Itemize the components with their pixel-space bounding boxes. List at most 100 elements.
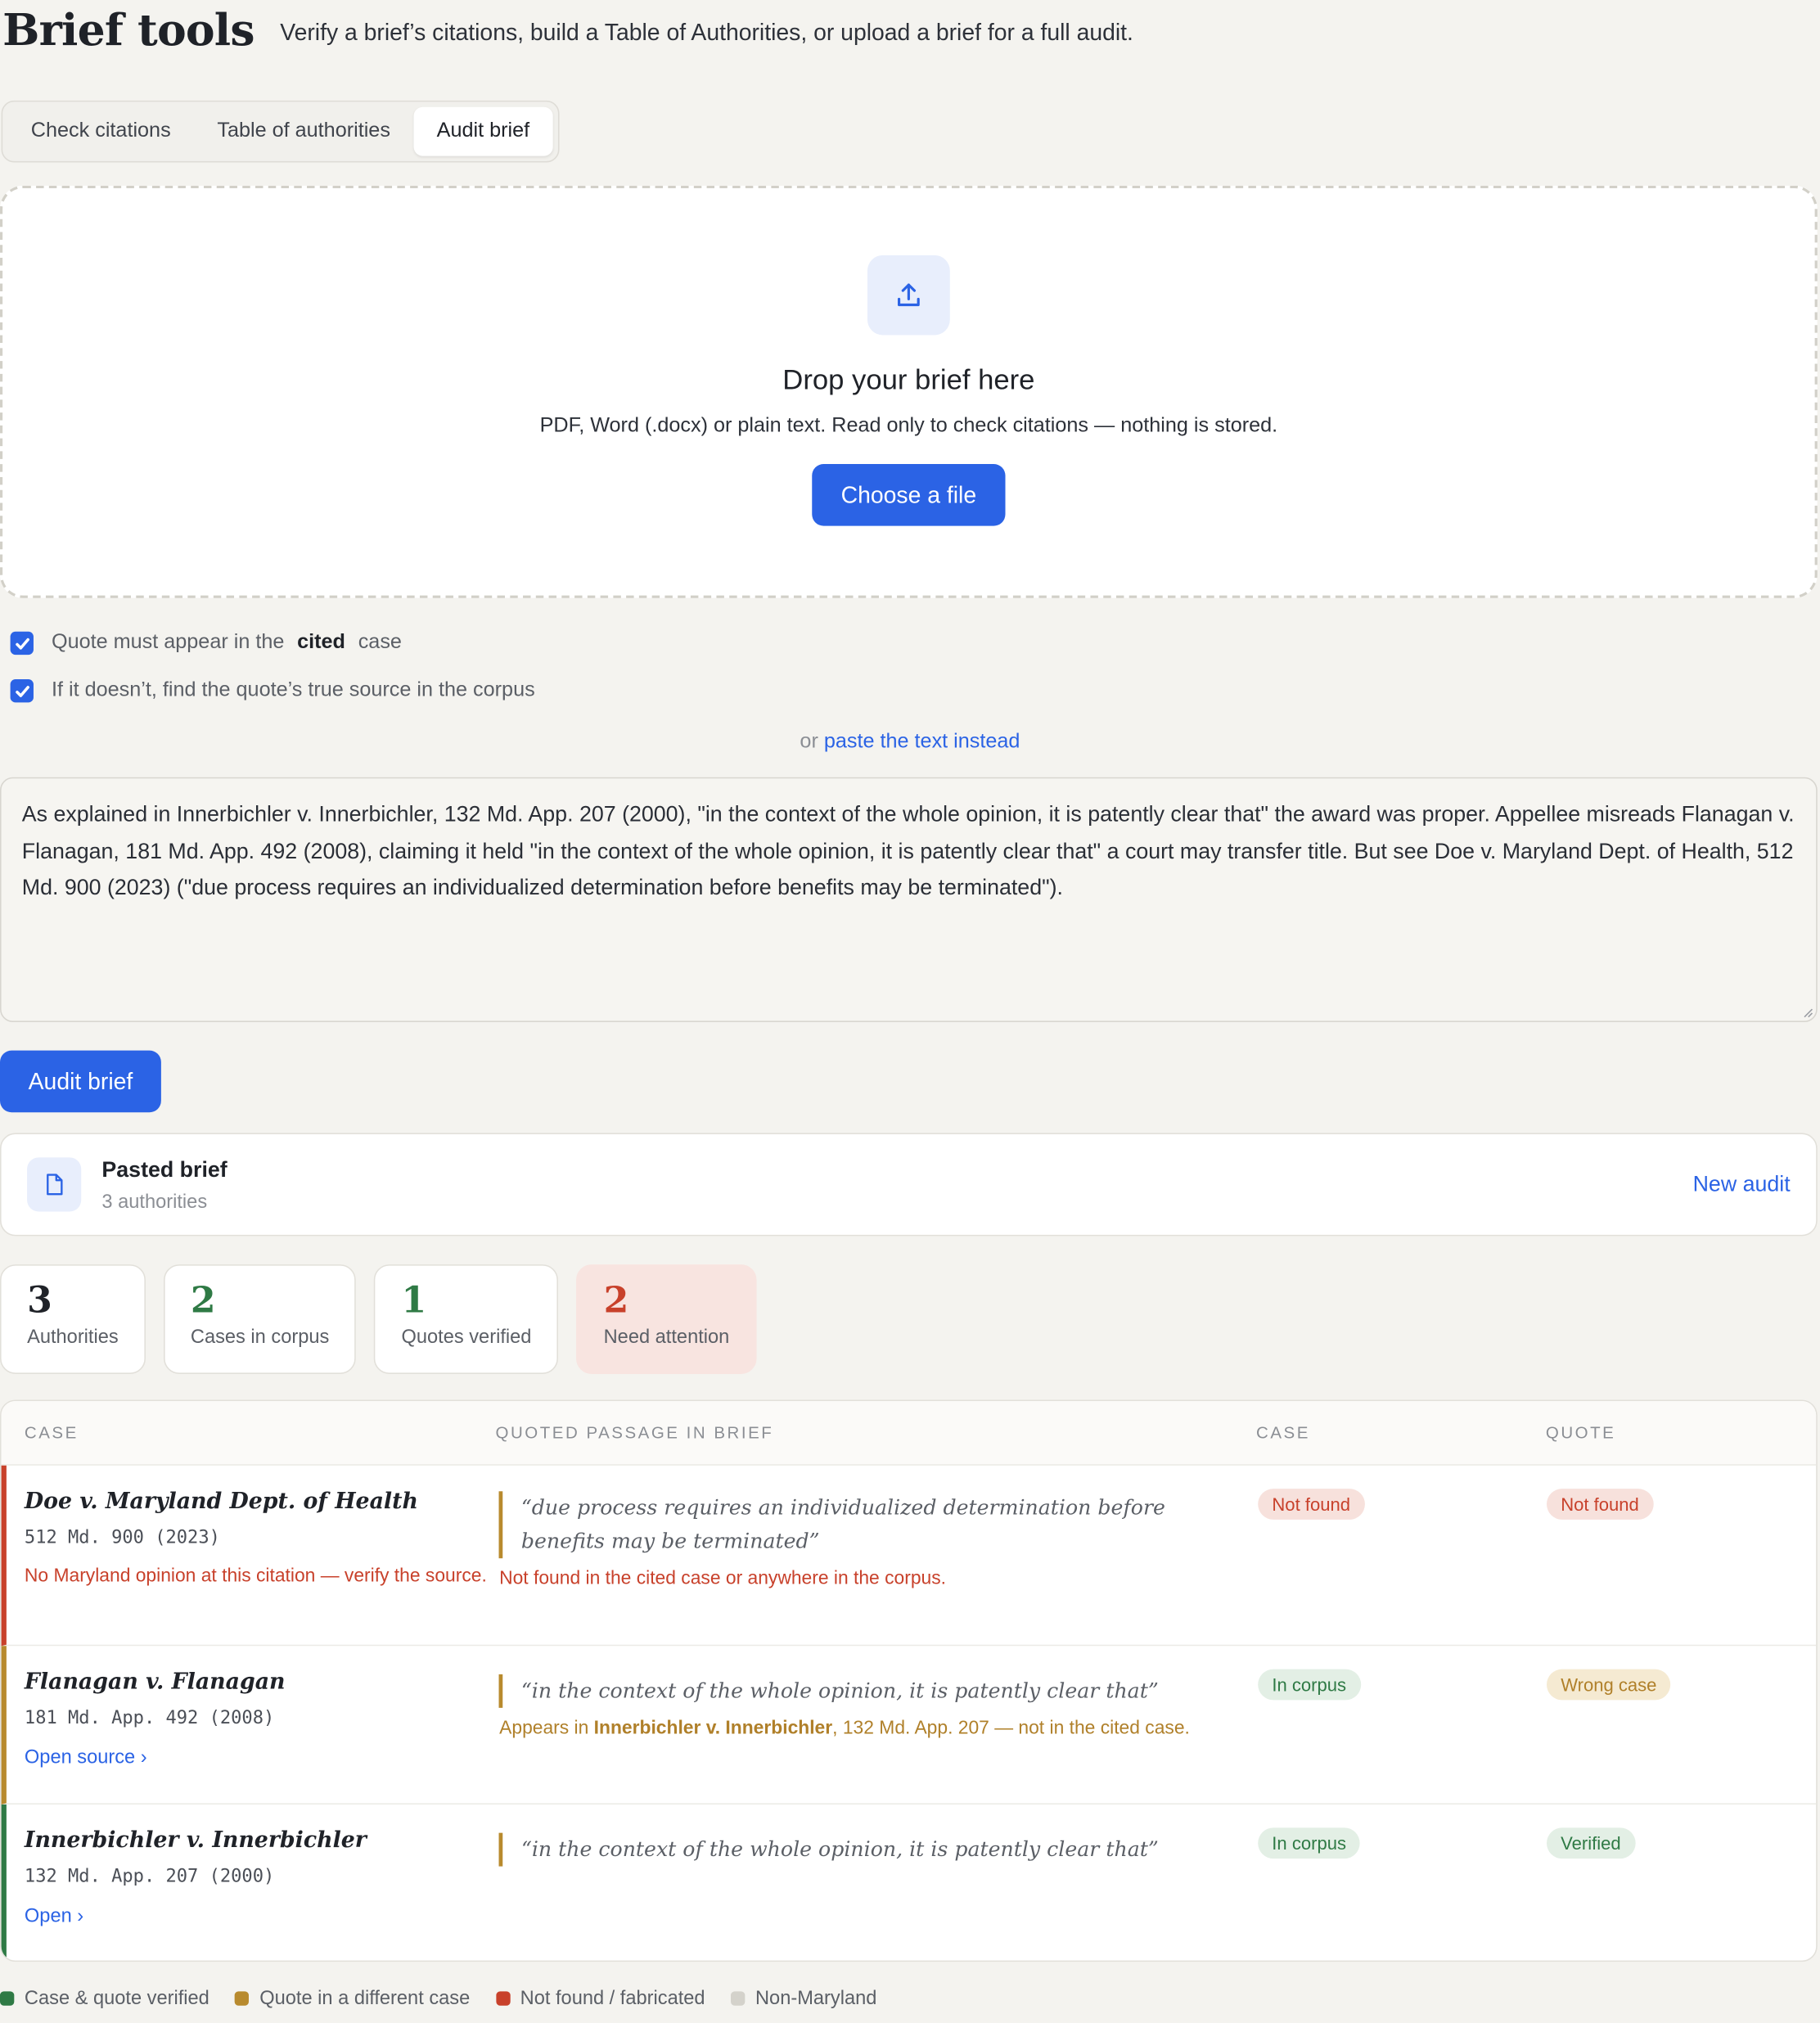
stat-label: Need attention bbox=[603, 1326, 730, 1349]
tab-table-of-authorities[interactable]: Table of authorities bbox=[194, 107, 413, 156]
table-row[interactable]: Innerbichler v. Innerbichler 132 Md. App… bbox=[1, 1804, 1817, 1961]
case-name: Flanagan v. Flanagan bbox=[24, 1669, 286, 1696]
legend-label: Not found / fabricated bbox=[520, 1987, 705, 2010]
stat-label: Authorities bbox=[27, 1326, 119, 1349]
legend-label: Case & quote verified bbox=[24, 1987, 209, 2010]
quote-note: Not found in the cited case or anywhere … bbox=[499, 1568, 947, 1589]
quote-cell: “due process requires an individualized … bbox=[499, 1466, 1258, 1645]
page-root: Brief tools Verify a brief’s citations, … bbox=[0, 0, 1820, 2009]
legend-item-verified: Case & quote verified bbox=[0, 1987, 209, 2010]
paste-alternative: or paste the text instead bbox=[0, 731, 1820, 754]
page-title: Brief tools bbox=[2, 5, 255, 57]
case-status-cell: In corpus bbox=[1257, 1804, 1547, 1961]
brief-authority-count: 3 authorities bbox=[101, 1190, 208, 1213]
case-status-cell: In corpus bbox=[1258, 1646, 1547, 1803]
status-badge: Not found bbox=[1546, 1489, 1654, 1520]
legend-item-non-maryland: Non-Maryland bbox=[731, 1987, 877, 2010]
case-name: Innerbichler v. Innerbichler bbox=[24, 1827, 367, 1854]
case-cell: Innerbichler v. Innerbichler 132 Md. App… bbox=[7, 1804, 499, 1961]
audit-brief-button[interactable]: Audit brief bbox=[0, 1050, 161, 1113]
brief-summary-card: Pasted brief 3 authorities New audit bbox=[0, 1133, 1818, 1237]
stat-value: 2 bbox=[603, 1278, 629, 1322]
option-label-bold: cited bbox=[297, 631, 345, 654]
column-header-quoted-passage: QUOTED PASSAGE IN BRIEF bbox=[495, 1422, 774, 1443]
legend-label: Quote in a different case bbox=[259, 1987, 471, 2010]
stat-label: Quotes verified bbox=[401, 1326, 532, 1349]
authorities-table: CASE QUOTED PASSAGE IN BRIEF CASE QUOTE … bbox=[0, 1399, 1818, 1962]
checkbox-find-true-source[interactable] bbox=[10, 679, 34, 703]
case-cell: Flanagan v. Flanagan 181 Md. App. 492 (2… bbox=[7, 1646, 499, 1803]
audit-options: Quote must appear in the cited case If it … bbox=[0, 629, 1820, 705]
document-icon bbox=[47, 1174, 63, 1196]
resize-handle-icon[interactable] bbox=[1800, 1006, 1813, 1019]
brief-name: Pasted brief bbox=[101, 1156, 228, 1182]
legend-item-different-case: Quote in a different case bbox=[235, 1987, 471, 2010]
option-find-true-source[interactable]: If it doesn’t, find the quote’s true sou… bbox=[10, 677, 1820, 705]
case-status-cell: Not found bbox=[1258, 1466, 1547, 1645]
quote-note-suffix: , 132 Md. App. 207 — not in the cited ca… bbox=[832, 1718, 1190, 1739]
legend-swatch bbox=[0, 1991, 15, 2006]
status-legend: Case & quote verified Quote in a differe… bbox=[0, 1987, 1820, 2010]
open-link[interactable]: Open › bbox=[25, 1905, 499, 1927]
quoted-passage: “in the context of the whole opinion, it… bbox=[499, 1832, 1258, 1867]
document-icon-box bbox=[27, 1157, 82, 1212]
table-row[interactable]: Doe v. Maryland Dept. of Health 512 Md. … bbox=[1, 1465, 1817, 1647]
stat-value: 2 bbox=[190, 1278, 216, 1322]
dropzone-description: PDF, Word (.docx) or plain text. Read on… bbox=[539, 415, 1278, 437]
paste-prefix: or bbox=[800, 731, 818, 753]
case-citation: 132 Md. App. 207 (2000) bbox=[24, 1866, 275, 1887]
case-citation: 181 Md. App. 492 (2008) bbox=[24, 1707, 275, 1729]
column-header-quote-status: QUOTE bbox=[1545, 1422, 1616, 1443]
status-badge: Wrong case bbox=[1546, 1669, 1671, 1701]
quote-cell: “in the context of the whole opinion, it… bbox=[499, 1646, 1258, 1803]
quote-status-cell: Verified bbox=[1546, 1804, 1816, 1961]
page-subtitle: Verify a brief’s citations, build a Tabl… bbox=[280, 19, 1133, 46]
legend-swatch bbox=[495, 1991, 511, 2006]
quote-note: Appears in Innerbichler v. Innerbichler,… bbox=[499, 1718, 1232, 1738]
quote-status-cell: Wrong case bbox=[1546, 1646, 1816, 1803]
option-label: Quote must appear in the bbox=[52, 631, 285, 654]
option-label-end: case bbox=[358, 631, 402, 654]
tab-check-citations[interactable]: Check citations bbox=[7, 107, 194, 156]
legend-label: Non-Maryland bbox=[755, 1987, 877, 2010]
upload-icon-box bbox=[867, 255, 950, 336]
stat-cases-in-corpus: 2 Cases in corpus bbox=[163, 1264, 357, 1374]
paste-text-link[interactable]: paste the text instead bbox=[824, 731, 1020, 753]
upload-icon bbox=[897, 283, 920, 307]
column-header-case: CASE bbox=[24, 1422, 79, 1443]
case-warning: No Maryland opinion at this citation — v… bbox=[24, 1566, 487, 1587]
table-row[interactable]: Flanagan v. Flanagan 181 Md. App. 492 (2… bbox=[1, 1646, 1817, 1804]
file-dropzone[interactable]: Drop your brief here PDF, Word (.docx) o… bbox=[0, 185, 1818, 598]
status-badge: In corpus bbox=[1257, 1827, 1361, 1859]
choose-file-button[interactable]: Choose a file bbox=[812, 464, 1005, 526]
checkbox-quote-in-cited-case[interactable] bbox=[10, 631, 34, 656]
status-badge: In corpus bbox=[1258, 1669, 1361, 1701]
brief-text-value: As explained in Innerbichler v. Innerbic… bbox=[21, 801, 1795, 900]
stat-label: Cases in corpus bbox=[190, 1326, 330, 1349]
new-audit-link[interactable]: New audit bbox=[1693, 1172, 1791, 1198]
true-source-case[interactable]: Innerbichler v. Innerbichler bbox=[594, 1718, 832, 1738]
quoted-passage: “due process requires an individualized … bbox=[499, 1491, 1219, 1559]
legend-swatch bbox=[235, 1991, 250, 2006]
legend-item-not-found: Not found / fabricated bbox=[495, 1987, 705, 2010]
quote-note-prefix: Appears in bbox=[499, 1718, 589, 1739]
stat-authorities: 3 Authorities bbox=[0, 1264, 146, 1374]
tab-audit-brief[interactable]: Audit brief bbox=[413, 106, 553, 156]
case-name: Doe v. Maryland Dept. of Health bbox=[24, 1489, 418, 1515]
legend-swatch bbox=[731, 1991, 746, 2006]
brief-text-input[interactable]: As explained in Innerbichler v. Innerbic… bbox=[0, 777, 1818, 1022]
quoted-passage: “in the context of the whole opinion, it… bbox=[499, 1674, 1232, 1708]
stats-row: 3 Authorities 2 Cases in corpus 1 Quotes… bbox=[0, 1264, 1820, 1374]
stat-value: 3 bbox=[27, 1278, 52, 1322]
stat-quotes-verified: 1 Quotes verified bbox=[374, 1264, 559, 1374]
case-citation: 512 Md. 900 (2023) bbox=[24, 1527, 220, 1548]
open-source-link[interactable]: Open source › bbox=[25, 1746, 499, 1768]
brief-info: Pasted brief 3 authorities bbox=[101, 1157, 227, 1213]
status-badge: Verified bbox=[1546, 1827, 1636, 1859]
tab-bar: Check citations Table of authorities Aud… bbox=[1, 100, 560, 163]
column-header-case-status: CASE bbox=[1256, 1422, 1310, 1443]
checkmark-icon bbox=[15, 638, 29, 649]
status-badge: Not found bbox=[1258, 1489, 1365, 1520]
stat-need-attention: 2 Need attention bbox=[576, 1264, 757, 1374]
option-quote-in-cited-case[interactable]: Quote must appear in the cited case bbox=[10, 629, 1820, 658]
